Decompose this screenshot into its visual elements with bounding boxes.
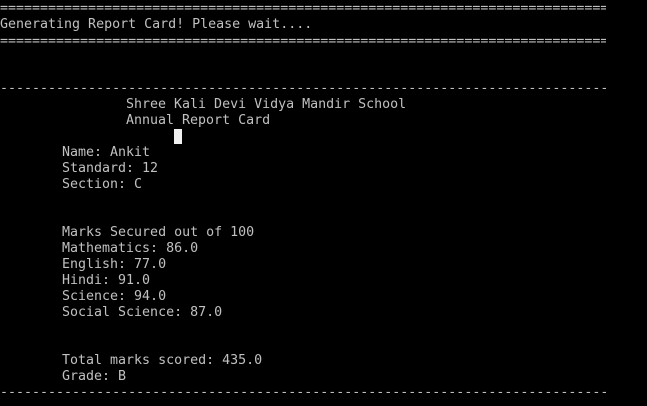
subject-mark-hindi: Hindi: 91.0: [62, 273, 151, 288]
subject-mark-social-science: Social Science: 87.0: [62, 305, 223, 320]
dash-rule-bottom: ----------------------------------------…: [0, 385, 606, 400]
school-name: Shree Kali Devi Vidya Mandir School: [126, 97, 407, 112]
total-marks: Total marks scored: 435.0: [62, 353, 263, 368]
status-message: Generating Report Card! Please wait....: [0, 17, 313, 32]
student-standard: Standard: 12: [62, 161, 159, 176]
subject-mark-mathematics: Mathematics: 86.0: [62, 241, 199, 256]
subject-mark-english: English: 77.0: [62, 257, 167, 272]
report-title: Annual Report Card: [126, 113, 271, 128]
subject-mark-science: Science: 94.0: [62, 289, 167, 304]
text-cursor: [174, 129, 182, 144]
student-name: Name: Ankit: [62, 145, 151, 160]
student-section: Section: C: [62, 177, 143, 192]
console-window: ========================================…: [0, 0, 647, 406]
marks-header: Marks Secured out of 100: [62, 225, 255, 240]
dash-rule-top: ----------------------------------------…: [0, 81, 606, 96]
double-rule-bottom: ========================================…: [0, 34, 606, 49]
double-rule-top: ========================================…: [0, 1, 606, 16]
grade: Grade: B: [62, 369, 127, 384]
